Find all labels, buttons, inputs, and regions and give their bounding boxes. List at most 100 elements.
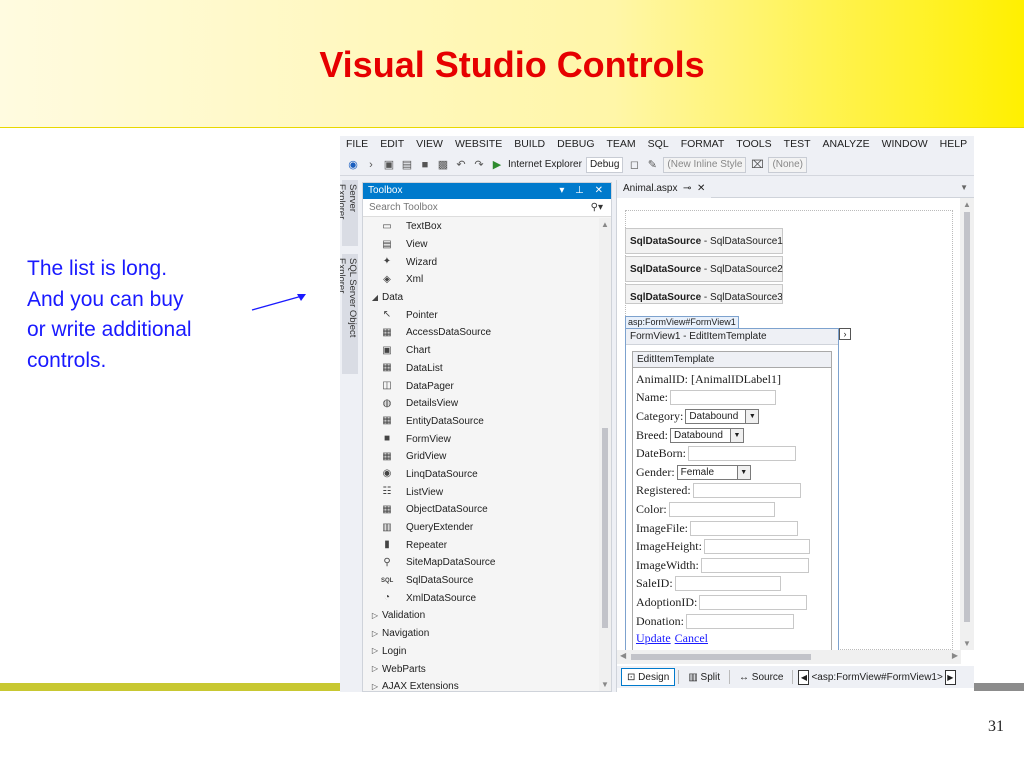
toolbox-category[interactable]: ▷ WebParts — [363, 660, 599, 678]
menu-sql[interactable]: SQL — [642, 136, 675, 154]
chevron-down-icon[interactable]: ▼ — [730, 428, 743, 442]
style-dropdown[interactable]: (New Inline Style — [663, 156, 747, 173]
page-number: 31 — [988, 718, 1004, 735]
save-all-icon[interactable]: ▩ — [436, 158, 450, 172]
start-debugging-icon[interactable]: ▶ — [490, 158, 504, 172]
chevron-down-icon[interactable]: ▼ — [745, 409, 759, 423]
menu-analyze[interactable]: ANALYZE — [817, 136, 876, 154]
toolbox-item[interactable]: ▦ EntityDataSource — [363, 413, 599, 431]
configuration-dropdown[interactable]: Debug — [585, 156, 624, 173]
toolbox-item[interactable]: ▤ View — [363, 236, 599, 254]
toolbox-item[interactable]: ◔ XmlDataSource — [363, 589, 599, 607]
search-icon[interactable]: ⚲▾ — [591, 199, 603, 216]
chevron-down-icon[interactable]: ▼ — [736, 465, 750, 479]
toolbox-item[interactable]: ■ FormView — [363, 430, 599, 448]
sqldatasource-control[interactable]: SqlDataSource - SqlDataSource3 — [625, 284, 783, 304]
close-icon[interactable]: ✕ — [697, 183, 705, 194]
menu-test[interactable]: TEST — [778, 136, 817, 154]
text-input[interactable] — [692, 483, 801, 499]
toolbox-category[interactable]: ▷ Validation — [363, 607, 599, 625]
toolbox-item[interactable]: ▦ GridView — [363, 448, 599, 466]
toolbox-item[interactable]: ↖ Pointer — [363, 306, 599, 324]
dropdown-select[interactable]: Female ▼ — [676, 464, 751, 480]
toolbox-item[interactable]: ▣ Chart — [363, 342, 599, 360]
toolbox-item[interactable]: ▦ AccessDataSource — [363, 324, 599, 342]
toolbox-item[interactable]: ▦ DataList — [363, 360, 599, 378]
toolbox-item[interactable]: ◉ LinqDataSource — [363, 466, 599, 484]
text-input[interactable] — [688, 446, 796, 462]
style-icon[interactable]: ✎ — [645, 158, 659, 172]
tab-server-explorer[interactable]: Server Explorer — [340, 180, 358, 246]
tab-animal-aspx[interactable]: Animal.aspx ⊸ ✕ — [617, 180, 712, 198]
toolbox-item[interactable]: ☷ ListView — [363, 483, 599, 501]
menu-file[interactable]: FILE — [340, 136, 374, 154]
redo-icon[interactable]: ↷ — [472, 158, 486, 172]
text-input[interactable] — [700, 557, 809, 573]
toolbox-item[interactable]: ◈ Xml — [363, 271, 599, 289]
toolbox-item[interactable]: ▦ ObjectDataSource — [363, 501, 599, 519]
target-rule-dropdown[interactable]: (None) — [768, 156, 808, 173]
toolbox-item[interactable]: ◍ DetailsView — [363, 395, 599, 413]
toolbox-item[interactable]: ▭ TextBox — [363, 218, 599, 236]
tab-sql-server-object-explorer[interactable]: SQL Server Object Explorer — [340, 254, 358, 374]
back-icon[interactable]: ◉ — [346, 158, 360, 172]
panel-controls[interactable]: ▾ ⊥ ✕ — [559, 183, 607, 199]
smart-tag-icon[interactable]: › — [839, 328, 851, 340]
menu-edit[interactable]: EDIT — [374, 136, 410, 154]
formview-control[interactable]: FormView1 - EditItemTemplate EditItemTem… — [625, 328, 839, 656]
text-input[interactable] — [668, 501, 775, 517]
forward-icon[interactable]: › — [364, 158, 378, 172]
split-view-button[interactable]: ▥ Split — [682, 668, 726, 686]
new-project-icon[interactable]: ▣ — [382, 158, 396, 172]
text-input[interactable] — [703, 539, 810, 555]
toolbox-scrollbar[interactable]: ▲ ▼ — [599, 218, 611, 691]
format-icon[interactable]: ⌧ — [750, 158, 764, 172]
toolbox-item[interactable]: ✦ Wizard — [363, 253, 599, 271]
toolbox-item[interactable]: ⚲ SiteMapDataSource — [363, 554, 599, 572]
save-icon[interactable]: ■ — [418, 158, 432, 172]
dropdown-select[interactable]: Databound ▼ — [670, 427, 744, 443]
cancel-link[interactable]: Cancel — [675, 631, 708, 645]
undo-icon[interactable]: ↶ — [454, 158, 468, 172]
menu-team[interactable]: TEAM — [601, 136, 642, 154]
toolbox-category[interactable]: ▷ Navigation — [363, 625, 599, 643]
editor-horizontal-scrollbar[interactable]: ◀ ▶ — [617, 650, 961, 664]
sqldatasource-control[interactable]: SqlDataSource - SqlDataSource1 — [625, 228, 783, 254]
nav-left-icon[interactable]: ◀ — [798, 669, 810, 685]
menu-format[interactable]: FORMAT — [675, 136, 731, 154]
sqldatasource-control[interactable]: SqlDataSource - SqlDataSource2 — [625, 256, 783, 282]
design-view-button[interactable]: ⊡ Design — [621, 668, 676, 686]
menu-view[interactable]: VIEW — [410, 136, 449, 154]
nav-right-icon[interactable]: ▶ — [944, 669, 956, 685]
open-icon[interactable]: ▤ — [400, 158, 414, 172]
toolbox-item[interactable]: ◫ DataPager — [363, 377, 599, 395]
update-link[interactable]: Update — [636, 631, 671, 645]
toolbox-item[interactable]: ▥ QueryExtender — [363, 519, 599, 537]
menu-website[interactable]: WEBSITE — [449, 136, 508, 154]
tag-breadcrumb[interactable]: <asp:FormView#FormView1> — [811, 672, 942, 683]
pin-icon[interactable]: ⊸ — [683, 183, 691, 194]
toolbox-item[interactable]: SQL SqlDataSource — [363, 572, 599, 590]
find-icon[interactable]: ◻ — [627, 158, 641, 172]
form-field-row: Gender: Female ▼ — [636, 463, 831, 482]
text-input[interactable] — [699, 594, 808, 610]
text-input[interactable] — [689, 520, 798, 536]
toolbox-item[interactable]: ▮ Repeater — [363, 536, 599, 554]
toolbox-category[interactable]: ▷ AJAX Extensions — [363, 678, 599, 692]
menu-tools[interactable]: TOOLS — [730, 136, 777, 154]
editor-vertical-scrollbar[interactable]: ▲ ▼ — [960, 198, 974, 650]
dropdown-select[interactable]: Databound ▼ — [685, 408, 760, 424]
source-view-button[interactable]: ↔ Source — [733, 668, 789, 686]
toolbox-search-input[interactable]: Search Toolbox ⚲▾ — [363, 199, 611, 217]
browser-selector[interactable]: Internet Explorer — [508, 159, 582, 170]
text-input[interactable] — [674, 576, 781, 592]
chevron-down-icon[interactable]: ▼ — [960, 183, 968, 192]
menu-debug[interactable]: DEBUG — [551, 136, 600, 154]
menu-window[interactable]: WINDOW — [876, 136, 934, 154]
menu-help[interactable]: HELP — [934, 136, 973, 154]
toolbox-category[interactable]: ▷ Login — [363, 643, 599, 661]
text-input[interactable] — [670, 390, 776, 406]
toolbox-category[interactable]: ◢ Data — [363, 289, 599, 307]
text-input[interactable] — [686, 613, 794, 629]
menu-build[interactable]: BUILD — [508, 136, 551, 154]
